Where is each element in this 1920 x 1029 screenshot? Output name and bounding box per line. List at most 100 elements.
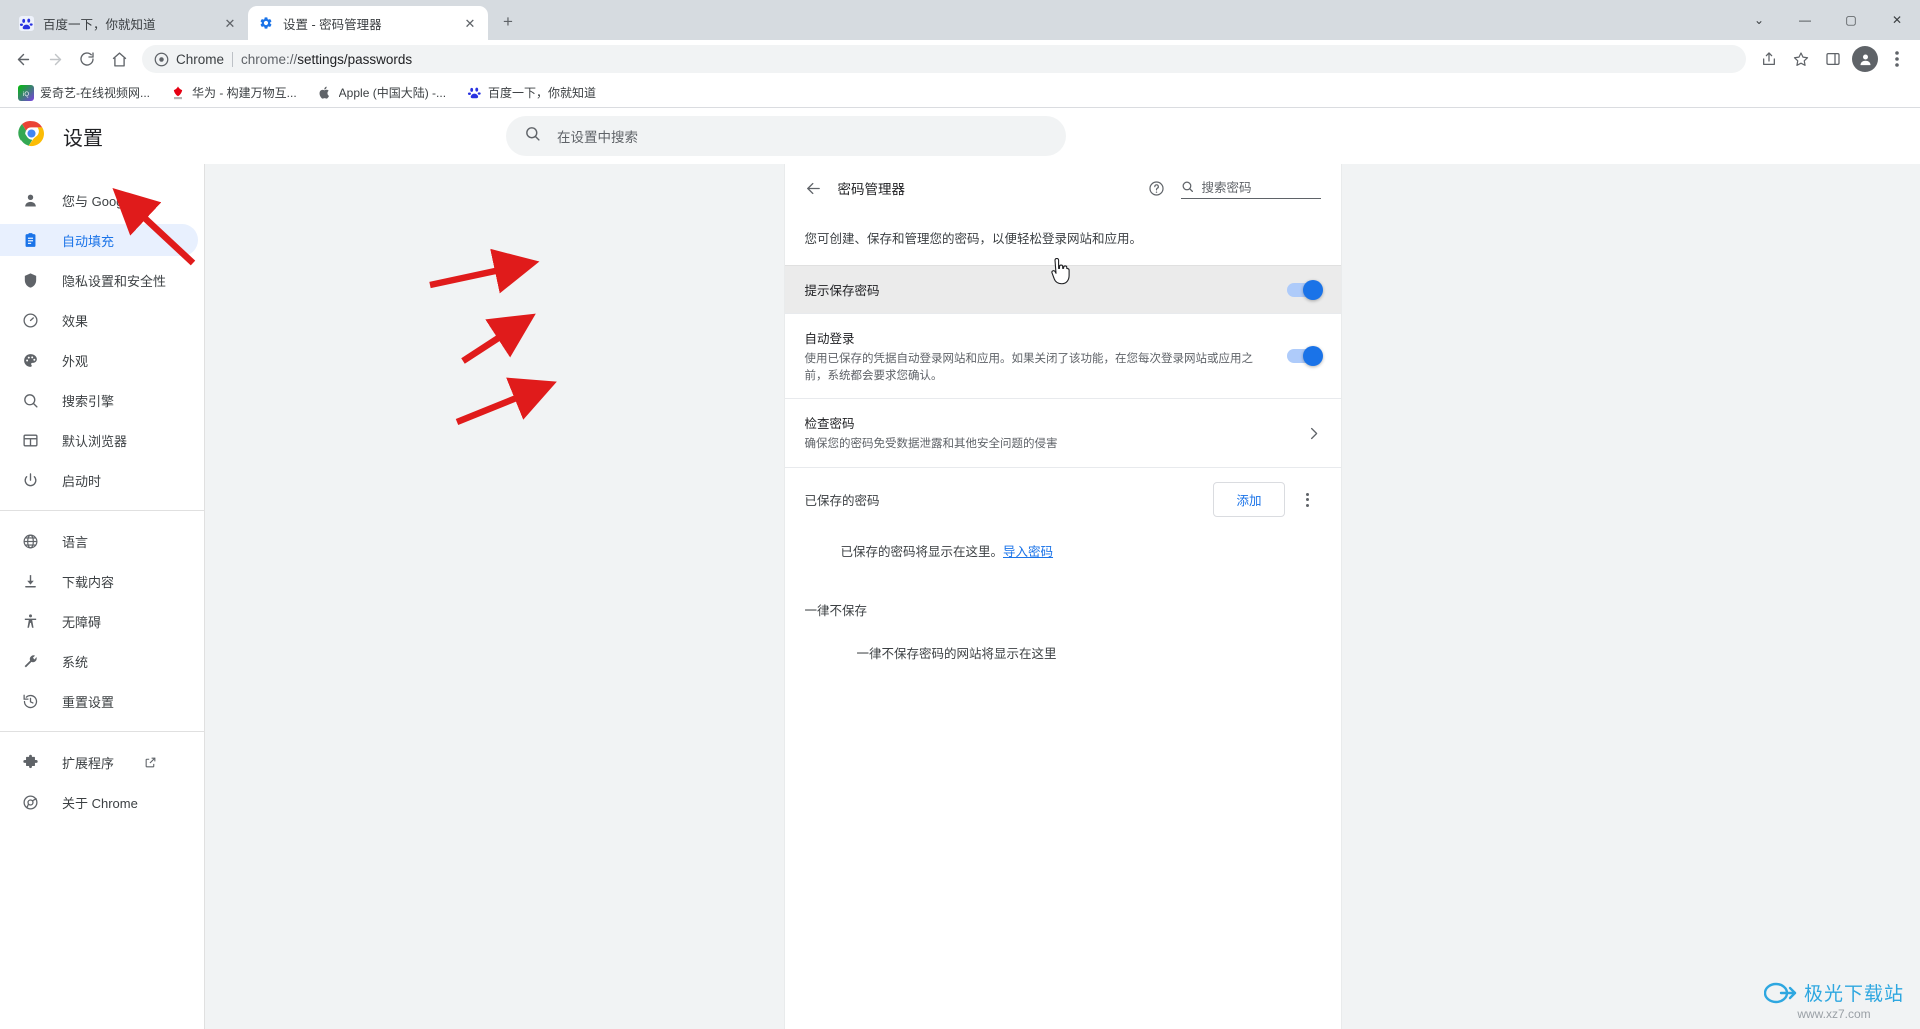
bookmark-item[interactable]: 华为 - 构建万物互...: [162, 81, 305, 104]
bookmark-label: 华为 - 构建万物互...: [192, 86, 297, 100]
star-icon[interactable]: [1786, 44, 1816, 74]
home-button[interactable]: [104, 44, 134, 74]
palette-icon: [20, 352, 40, 369]
browser-tab-0[interactable]: 百度一下，你就知道 ✕: [8, 6, 248, 40]
wrench-icon: [20, 653, 40, 670]
back-button[interactable]: [8, 44, 38, 74]
row-check-passwords[interactable]: 检查密码 确保您的密码免受数据泄露和其他安全问题的侵害: [784, 398, 1341, 467]
settings-brand[interactable]: 设置: [0, 120, 250, 152]
close-window-button[interactable]: ✕: [1874, 4, 1920, 36]
tab-strip: 百度一下，你就知道 ✕ 设置 - 密码管理器 ✕ + ⌄ — ▢ ✕: [0, 0, 1920, 40]
accessibility-icon: [20, 613, 40, 630]
row-texts: 提示保存密码: [805, 280, 1271, 299]
side-panel-icon[interactable]: [1818, 44, 1848, 74]
sidebar-item-autofill[interactable]: 自动填充: [0, 224, 198, 256]
back-arrow-icon[interactable]: [805, 180, 822, 197]
toggle-offer-save-passwords[interactable]: [1286, 279, 1323, 300]
sidebar-item-label: 搜索引擎: [62, 393, 115, 409]
address-bar[interactable]: Chrome chrome://settings/passwords: [142, 45, 1746, 73]
settings-page: 设置 在设置中搜索 您与 Google 自动填充 隐私设置和安全性 效果 外观 …: [0, 108, 1920, 1029]
globe-icon: [20, 533, 40, 550]
import-passwords-link[interactable]: 导入密码: [1003, 545, 1053, 559]
password-search-placeholder: 搜索密码: [1201, 181, 1252, 195]
power-icon: [20, 472, 40, 489]
url-text: chrome://settings/passwords: [241, 52, 412, 67]
sidebar-item-languages[interactable]: 语言: [0, 525, 198, 557]
chevron-right-icon[interactable]: [1306, 426, 1321, 441]
bookmark-item[interactable]: 百度一下，你就知道: [458, 81, 604, 104]
search-icon: [20, 392, 40, 409]
browser-toolbar: Chrome chrome://settings/passwords: [0, 40, 1920, 78]
saved-passwords-label: 已保存的密码: [804, 494, 880, 509]
profile-avatar-icon[interactable]: [1850, 44, 1880, 74]
download-icon: [20, 573, 40, 590]
toggle-knob: [1302, 279, 1323, 300]
huawei-icon: [170, 85, 186, 101]
toggle-auto-signin[interactable]: [1286, 346, 1323, 367]
password-manager-intro: 您可创建、保存和管理您的密码，以便轻松登录网站和应用。: [804, 232, 1143, 246]
sidebar-item-label: 启动时: [62, 473, 102, 489]
three-dot-menu-icon[interactable]: [1882, 44, 1912, 74]
chrome-logo-icon: [18, 120, 45, 152]
chrome-origin-chip: Chrome: [154, 52, 224, 67]
sidebar-item-default-browser[interactable]: 默认浏览器: [0, 424, 198, 456]
browser-tab-1[interactable]: 设置 - 密码管理器 ✕: [248, 6, 488, 40]
sidebar-item-you-and-google[interactable]: 您与 Google: [0, 184, 198, 216]
sidebar-item-about-chrome[interactable]: 关于 Chrome: [0, 786, 198, 818]
bookmark-item[interactable]: Apple (中国大陆) -...: [309, 81, 454, 104]
row-texts: 检查密码 确保您的密码免受数据泄露和其他安全问题的侵害: [805, 413, 1290, 453]
autofill-icon: [20, 232, 40, 249]
sidebar-item-accessibility[interactable]: 无障碍: [0, 605, 198, 637]
settings-search-input[interactable]: 在设置中搜索: [506, 116, 1066, 156]
password-manager-header: 密码管理器 搜索密码: [785, 164, 1341, 212]
sidebar-divider: [0, 510, 204, 511]
restore-icon: [20, 693, 40, 710]
sidebar-item-appearance[interactable]: 外观: [0, 344, 198, 376]
sidebar-item-privacy-security[interactable]: 隐私设置和安全性: [0, 264, 198, 296]
maximize-button[interactable]: ▢: [1828, 4, 1874, 36]
baidu-icon: [18, 15, 34, 31]
row-title: 自动登录: [804, 332, 855, 346]
share-icon[interactable]: [1754, 44, 1784, 74]
sidebar-item-label: 重置设置: [62, 694, 115, 710]
tab-search-chevron-button[interactable]: ⌄: [1736, 4, 1782, 36]
sidebar-item-reset-settings[interactable]: 重置设置: [0, 685, 198, 717]
browser-icon: [20, 432, 40, 449]
help-circle-icon[interactable]: [1148, 180, 1165, 197]
row-subtitle: 使用已保存的凭据自动登录网站和应用。如果关闭了该功能，在您每次登录网站或应用之前…: [804, 353, 1254, 382]
url-prefix: chrome://: [241, 51, 298, 67]
password-search-input[interactable]: 搜索密码: [1180, 177, 1321, 199]
settings-header: 设置 在设置中搜索: [0, 108, 1920, 164]
forward-button[interactable]: [40, 44, 70, 74]
tab-close-button[interactable]: ✕: [462, 15, 478, 31]
new-tab-button[interactable]: +: [494, 8, 522, 36]
three-dot-menu-icon[interactable]: [1295, 487, 1321, 513]
add-password-button[interactable]: 添加: [1213, 482, 1285, 518]
password-manager-title: 密码管理器: [837, 182, 906, 197]
saved-passwords-section-header: 已保存的密码 添加: [784, 467, 1341, 527]
bookmark-label: Apple (中国大陆) -...: [338, 86, 447, 100]
row-subtitle: 确保您的密码免受数据泄露和其他安全问题的侵害: [804, 438, 1058, 451]
sidebar-item-label: 下载内容: [62, 574, 115, 590]
row-title: 检查密码: [804, 417, 855, 432]
tab-title: 设置 - 密码管理器: [283, 17, 382, 32]
sidebar-item-downloads[interactable]: 下载内容: [0, 565, 198, 597]
tab-close-button[interactable]: ✕: [222, 15, 238, 31]
bookmark-item[interactable]: iQ 爱奇艺-在线视频网...: [10, 81, 158, 104]
sidebar-item-label: 隐私设置和安全性: [62, 273, 167, 289]
person-icon: [20, 192, 40, 209]
sidebar-item-search-engine[interactable]: 搜索引擎: [0, 384, 198, 416]
sidebar-item-performance[interactable]: 效果: [0, 304, 198, 336]
sidebar-item-label: 关于 Chrome: [62, 795, 138, 811]
minimize-button[interactable]: —: [1782, 4, 1828, 36]
sidebar-item-label: 默认浏览器: [62, 433, 128, 449]
row-offer-save-passwords[interactable]: 提示保存密码: [784, 265, 1341, 313]
reload-button[interactable]: [72, 44, 102, 74]
window-controls: ⌄ — ▢ ✕: [1736, 0, 1920, 40]
sidebar-item-extensions[interactable]: 扩展程序: [0, 746, 198, 778]
toggle-knob: [1302, 346, 1323, 367]
row-auto-signin[interactable]: 自动登录 使用已保存的凭据自动登录网站和应用。如果关闭了该功能，在您每次登录网站…: [784, 313, 1341, 398]
tab-title: 百度一下，你就知道: [43, 17, 156, 32]
sidebar-item-on-startup[interactable]: 启动时: [0, 464, 198, 496]
sidebar-item-system[interactable]: 系统: [0, 645, 198, 677]
